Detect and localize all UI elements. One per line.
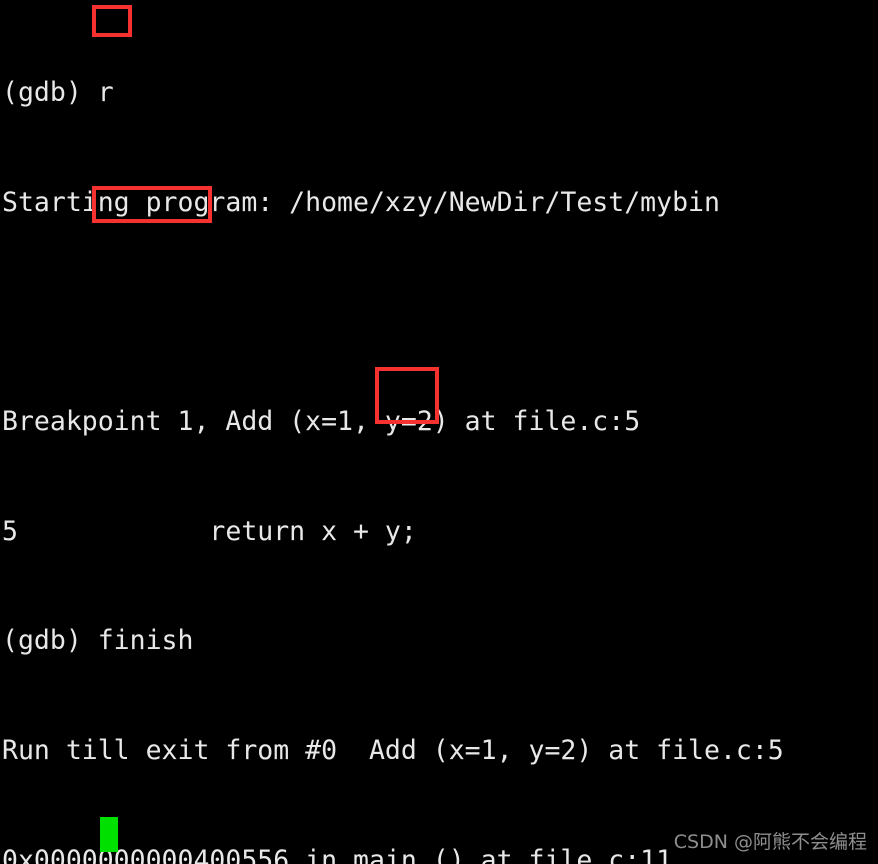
terminal-line: (gdb) finish (2, 625, 194, 657)
terminal-line: 5 return x + y; (2, 515, 417, 547)
terminal-line: Run till exit from #0 Add (x=1, y=2) at … (2, 734, 784, 766)
terminal-window: (gdb) r Starting program: /home/xzy/NewD… (0, 0, 878, 864)
terminal-line: Breakpoint 1, Add (x=1, y=2) at file.c:5 (2, 406, 641, 438)
terminal-line: Starting program: /home/xzy/NewDir/Test/… (2, 186, 720, 218)
terminal-output[interactable]: (gdb) r Starting program: /home/xzy/NewD… (0, 0, 878, 864)
terminal-line: (gdb) r (2, 77, 114, 109)
csdn-watermark: CSDN @阿熊不会编程 (673, 831, 867, 853)
text-cursor (100, 817, 118, 852)
